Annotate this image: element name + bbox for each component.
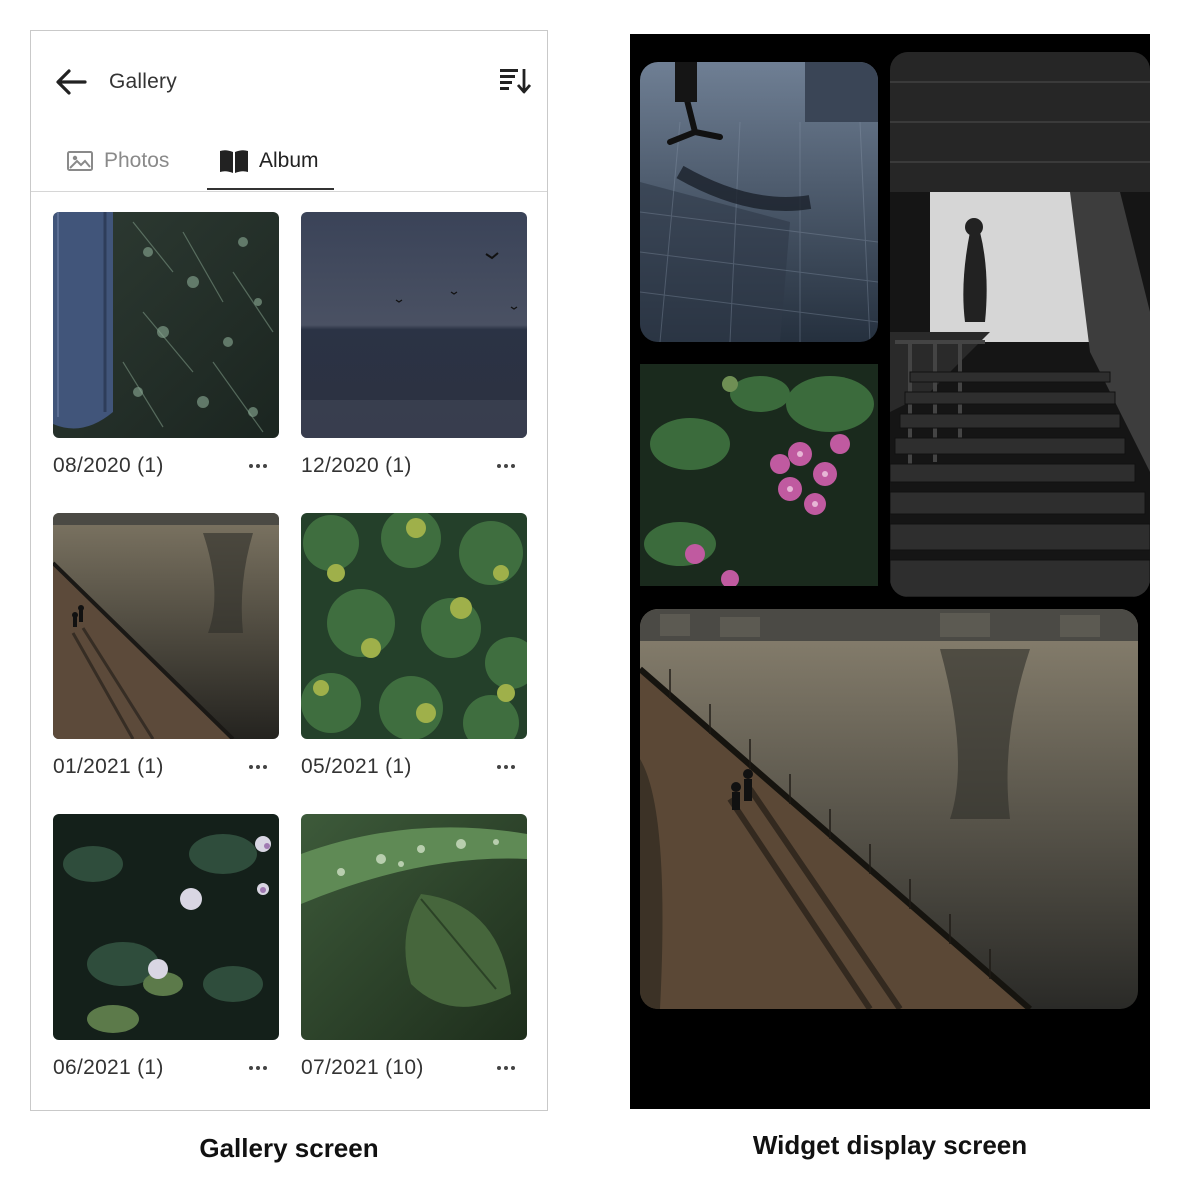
album-item: 06/2021 (1) [53,814,279,1079]
arrow-left-icon [56,69,87,95]
album-item: 07/2021 (10) [301,814,527,1079]
tab-indicator [207,188,334,190]
album-item: 08/2020 (1) [53,212,279,477]
widget-screen-caption: Widget display screen [752,1130,1028,1160]
album-thumbnail[interactable] [301,513,527,739]
album-thumbnail[interactable] [301,814,527,1040]
album-label: 01/2021 (1) [53,755,164,778]
sort-icon [500,69,532,94]
image-icon [66,149,94,173]
album-thumbnail[interactable] [301,212,527,438]
album-item: 05/2021 (1) [301,513,527,778]
album-thumbnail[interactable] [53,814,279,1040]
tab-album[interactable]: Album [219,131,319,191]
tab-photos-label: Photos [104,149,170,172]
album-thumbnail[interactable] [53,212,279,438]
album-thumbnail[interactable] [53,513,279,739]
album-label: 06/2021 (1) [53,1056,164,1079]
more-options-button[interactable] [243,755,273,779]
album-item: 01/2021 (1) [53,513,279,778]
more-options-button[interactable] [243,1056,273,1080]
tab-album-label: Album [259,149,319,172]
widget-tile-riverside-walk[interactable] [640,609,1138,1009]
more-options-button[interactable] [491,1056,521,1080]
gallery-screen-caption: Gallery screen [199,1133,379,1163]
widget-display-screen [630,34,1150,1109]
album-label: 12/2020 (1) [301,454,412,477]
app-bar: Gallery [31,31,547,131]
more-options-button[interactable] [491,755,521,779]
more-options-button[interactable] [243,454,273,478]
album-label: 08/2020 (1) [53,454,164,477]
album-label: 05/2021 (1) [301,755,412,778]
tab-photos[interactable]: Photos [66,131,169,191]
widget-tile-pink-flowers[interactable] [640,364,878,586]
back-button[interactable] [53,67,89,97]
tab-bar: Photos Album [31,131,547,192]
album-item: 12/2020 (1) [301,212,527,477]
widget-tile-staircase[interactable] [890,52,1150,597]
book-open-icon [219,148,249,174]
more-options-button[interactable] [491,454,521,478]
widget-tile-street-shadow[interactable] [640,62,878,342]
album-label: 07/2021 (10) [301,1056,424,1079]
gallery-screen: Gallery Photos Album 08/2020 (1) 12/2020… [30,30,548,1111]
page-title: Gallery [109,70,177,93]
sort-button[interactable] [497,65,533,97]
